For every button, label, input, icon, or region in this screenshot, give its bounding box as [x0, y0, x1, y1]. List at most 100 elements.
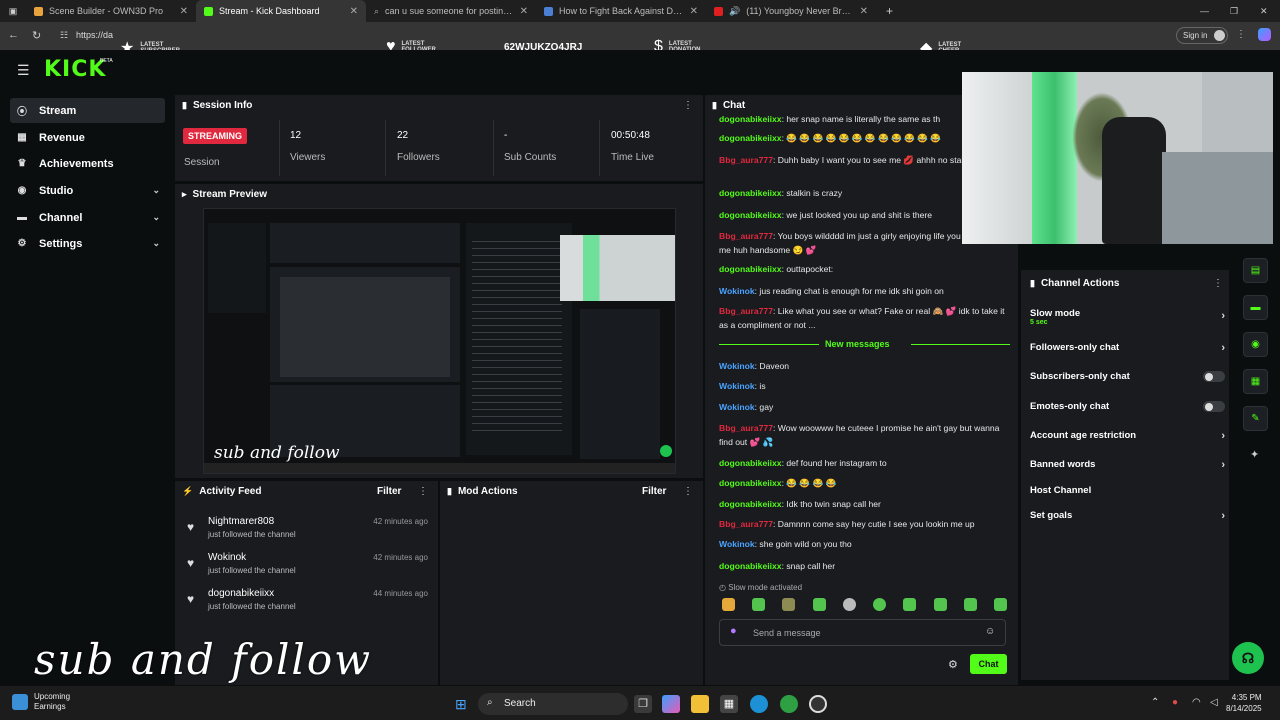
chat-username[interactable]: Bbg_aura777: [719, 423, 773, 433]
close-icon[interactable]: ✕: [690, 6, 698, 17]
emote-icon[interactable]: [903, 598, 917, 611]
chat-username[interactable]: dogonabikeiixx: [719, 458, 782, 468]
chat-username[interactable]: dogonabikeiixx: [719, 188, 782, 198]
chevron-right-icon[interactable]: ›: [1221, 342, 1225, 354]
chevron-up-icon[interactable]: ⌃: [1151, 697, 1159, 708]
emote-icon[interactable]: [963, 598, 977, 611]
chat-username[interactable]: Wokinok: [719, 381, 755, 391]
tab-sue-search[interactable]: ⌕ can u sue someone for posting y... ✕: [366, 0, 536, 22]
subscribers-only-toggle[interactable]: [1203, 371, 1225, 382]
kebab-menu-icon[interactable]: ⋮: [683, 486, 693, 497]
emotes-only-toggle[interactable]: [1203, 401, 1225, 412]
broadcast-icon[interactable]: ◉: [1243, 332, 1268, 357]
site-info-icon[interactable]: ☷: [60, 30, 68, 41]
emote-icon[interactable]: [812, 598, 826, 611]
sidebar-item-channel[interactable]: ▬ Channel ⌄: [10, 205, 165, 230]
obs-icon[interactable]: [809, 695, 827, 713]
copilot-icon[interactable]: [1258, 28, 1271, 41]
file-explorer-icon[interactable]: [691, 695, 709, 713]
feed-user[interactable]: dogonabikeiixx: [208, 588, 274, 599]
minimize-icon[interactable]: —: [1200, 6, 1209, 16]
close-icon[interactable]: ✕: [520, 6, 528, 17]
kebab-menu-icon[interactable]: ⋮: [683, 100, 693, 111]
chat-username[interactable]: Bbg_aura777: [719, 155, 773, 165]
feed-user[interactable]: Wokinok: [208, 552, 246, 563]
hamburger-menu-icon[interactable]: ☰: [17, 62, 30, 79]
microphone-icon[interactable]: ●: [1172, 697, 1178, 708]
layout-icon[interactable]: ▦: [1243, 369, 1268, 394]
copilot-icon[interactable]: [662, 695, 680, 713]
chat-username[interactable]: dogonabikeiixx: [719, 499, 782, 509]
close-icon[interactable]: ✕: [180, 6, 188, 17]
chat-username[interactable]: dogonabikeiixx: [719, 264, 782, 274]
xbox-icon[interactable]: [780, 695, 798, 713]
system-clock[interactable]: 4:35 PM 8/14/2025: [1226, 692, 1262, 714]
emote-icon[interactable]: [752, 598, 766, 611]
chevron-right-icon[interactable]: ›: [1221, 430, 1225, 442]
chat-username[interactable]: Bbg_aura777: [719, 231, 773, 241]
chat-username[interactable]: Wokinok: [719, 361, 755, 371]
volume-icon[interactable]: ◁: [1210, 697, 1218, 708]
activity-filter-button[interactable]: Filter: [377, 486, 401, 497]
chat-username[interactable]: dogonabikeiixx: [719, 478, 782, 488]
sidebar-item-settings[interactable]: ⚙ Settings ⌄: [10, 231, 165, 256]
kebab-menu-icon[interactable]: ⋮: [1213, 278, 1223, 289]
chat-username[interactable]: Wokinok: [719, 286, 755, 296]
back-icon[interactable]: ←: [8, 29, 19, 41]
feed-user[interactable]: Nightmarer808: [208, 516, 274, 527]
emote-icon[interactable]: [993, 598, 1007, 611]
edge-icon[interactable]: [750, 695, 768, 713]
kick-logo[interactable]: KICK: [44, 57, 106, 82]
wrench-icon[interactable]: ✎: [1243, 406, 1268, 431]
speaker-icon[interactable]: 🔊: [729, 6, 740, 17]
reload-icon[interactable]: ↻: [32, 29, 41, 42]
windows-start-icon[interactable]: ⊞: [455, 696, 467, 713]
emote-icon[interactable]: [933, 598, 947, 611]
chat-username[interactable]: Bbg_aura777: [719, 519, 773, 529]
chevron-down-icon[interactable]: ⌄: [152, 238, 160, 249]
close-window-icon[interactable]: ✕: [1260, 6, 1268, 17]
chevron-right-icon[interactable]: ›: [1221, 510, 1225, 522]
tab-defamation[interactable]: How to Fight Back Against Defam... ✕: [536, 0, 706, 22]
chat-icon[interactable]: ▬: [1243, 295, 1268, 320]
host-channel-row[interactable]: Host Channel: [1030, 485, 1225, 496]
puzzle-icon[interactable]: ✦: [1250, 448, 1259, 461]
close-icon[interactable]: ✕: [860, 6, 868, 17]
store-icon[interactable]: ▦: [720, 695, 738, 713]
slow-mode-row[interactable]: Slow mode 5 sec ›: [1030, 308, 1225, 332]
chat-username[interactable]: dogonabikeiixx: [719, 133, 782, 143]
wifi-icon[interactable]: ◠: [1192, 697, 1201, 708]
help-button[interactable]: ☊: [1232, 642, 1264, 674]
chevron-right-icon[interactable]: ›: [1221, 310, 1225, 322]
followers-only-row[interactable]: Followers-only chat ›: [1030, 342, 1225, 354]
maximize-icon[interactable]: ❐: [1230, 6, 1238, 17]
emote-icon[interactable]: [782, 598, 796, 611]
send-chat-button[interactable]: Chat: [970, 654, 1007, 674]
chat-username[interactable]: Wokinok: [719, 539, 755, 549]
chevron-down-icon[interactable]: ⌄: [152, 212, 160, 223]
taskbar-search[interactable]: Search: [478, 693, 628, 715]
chevron-right-icon[interactable]: ›: [1221, 459, 1225, 471]
sidebar-item-achievements[interactable]: ♛ Achievements: [10, 151, 165, 176]
task-view-icon[interactable]: ❐: [634, 695, 652, 713]
chat-username[interactable]: Wokinok: [719, 402, 755, 412]
sidebar-item-studio[interactable]: ◉ Studio ⌄: [10, 178, 165, 203]
new-tab-button[interactable]: +: [876, 4, 903, 18]
kebab-menu-icon[interactable]: ⋮: [418, 486, 428, 497]
emote-icon[interactable]: [722, 598, 735, 611]
window-menu-icon[interactable]: ▣: [0, 6, 26, 17]
news-widget[interactable]: Upcoming Earnings: [12, 692, 70, 712]
chat-message-input[interactable]: [719, 619, 1006, 646]
mod-filter-button[interactable]: Filter: [642, 486, 666, 497]
gear-icon[interactable]: ⚙: [948, 658, 958, 671]
tab-kick-dashboard[interactable]: Stream - Kick Dashboard ✕: [196, 0, 366, 22]
emote-icon[interactable]: [842, 598, 856, 611]
stream-preview-video[interactable]: sub and follow: [203, 208, 676, 474]
microphone-icon[interactable]: ●: [730, 625, 737, 637]
emoji-picker-icon[interactable]: ☺: [985, 626, 995, 637]
chat-username[interactable]: dogonabikeiixx: [719, 210, 782, 220]
set-goals-row[interactable]: Set goals ›: [1030, 510, 1225, 522]
tab-youtube[interactable]: 🔊 (11) Youngboy Never Broke... ✕: [706, 0, 876, 22]
sidebar-item-stream[interactable]: ⦿ Stream: [10, 98, 165, 123]
more-menu-icon[interactable]: ⋮: [1236, 29, 1246, 40]
